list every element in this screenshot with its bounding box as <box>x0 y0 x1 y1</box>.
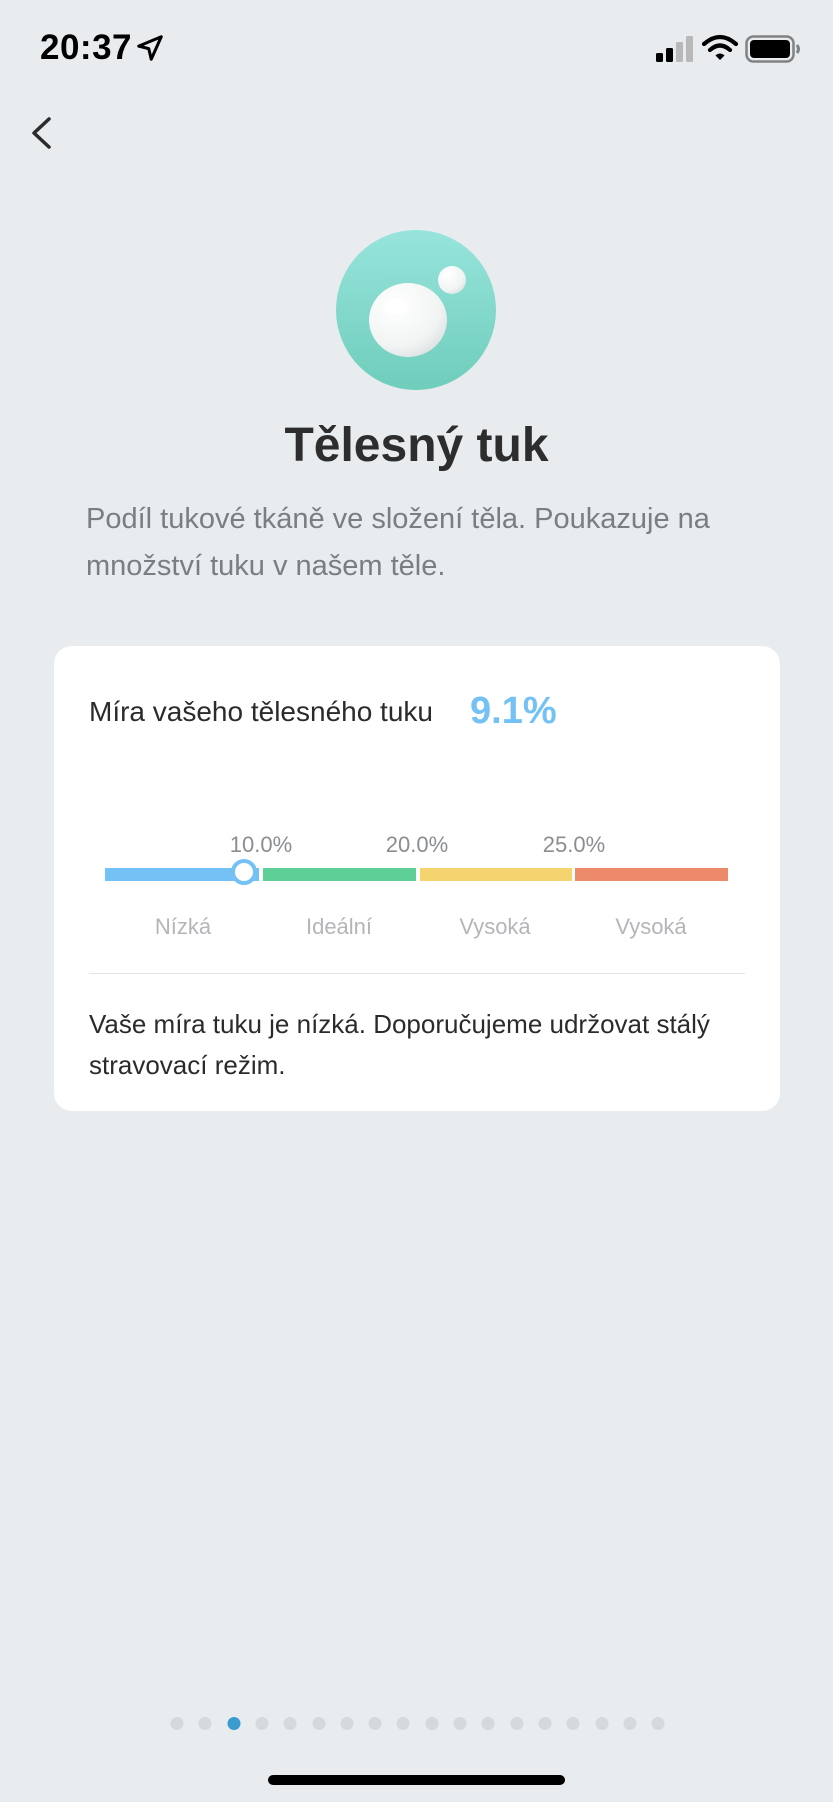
scale-tick-high: 25.0% <box>542 832 606 857</box>
page-dot[interactable] <box>623 1717 637 1730</box>
body-fat-label: Míra vašeho tělesného tuku <box>89 696 433 727</box>
range-bar-ideal <box>263 868 416 881</box>
advice-text: Vaše míra tuku je nízká. Doporučujeme ud… <box>89 1009 710 1080</box>
wifi-icon <box>702 34 738 60</box>
page-dot-active[interactable] <box>227 1717 241 1730</box>
range-label-ideal: Ideální <box>305 914 373 939</box>
page-dot[interactable] <box>283 1717 297 1730</box>
scale-tick-ideal: 20.0% <box>385 832 449 857</box>
divider <box>89 973 745 974</box>
body-fat-droplet-icon <box>336 230 496 390</box>
page-dot[interactable] <box>538 1717 552 1730</box>
page-dot[interactable] <box>312 1717 325 1730</box>
signal-icon <box>656 36 693 62</box>
page-dot[interactable] <box>453 1717 467 1730</box>
scale-tick-low: 10.0% <box>229 832 293 857</box>
page-dot[interactable] <box>566 1717 580 1730</box>
page-dot[interactable] <box>651 1717 665 1730</box>
page-title: Tělesný tuk <box>284 419 549 472</box>
home-indicator[interactable] <box>268 1775 565 1785</box>
range-label-low: Nízká <box>154 914 212 939</box>
range-bar-very-high <box>575 868 728 881</box>
page-dot[interactable] <box>255 1717 269 1730</box>
page-dot[interactable] <box>340 1717 354 1730</box>
page-dot[interactable] <box>198 1717 212 1730</box>
page-dot[interactable] <box>396 1717 410 1730</box>
location-arrow-icon <box>137 35 163 61</box>
status-bar: 20:37 <box>0 0 833 100</box>
back-button[interactable] <box>22 105 62 161</box>
body-fat-value: 9.1% <box>470 690 557 732</box>
page-dot[interactable] <box>595 1717 608 1730</box>
range-bar-high <box>420 868 572 881</box>
body-fat-card: Míra vašeho tělesného tuku 9.1% 10.0% 20… <box>54 646 780 1111</box>
page-dot[interactable] <box>368 1717 382 1730</box>
battery-icon <box>745 35 800 63</box>
page-dot[interactable] <box>425 1717 439 1730</box>
chevron-left-icon <box>32 117 51 149</box>
page-indicator <box>0 1717 833 1731</box>
page-dot[interactable] <box>510 1717 524 1730</box>
page-dot[interactable] <box>170 1717 184 1730</box>
description: Podíl tukové tkáně ve složení těla. Pouk… <box>86 503 710 582</box>
value-marker[interactable] <box>231 859 257 885</box>
status-time: 20:37 <box>40 28 133 67</box>
range-label-high: Vysoká <box>459 914 531 939</box>
range-label-very-high: Vysoká <box>615 914 687 939</box>
page-dot[interactable] <box>481 1717 495 1730</box>
